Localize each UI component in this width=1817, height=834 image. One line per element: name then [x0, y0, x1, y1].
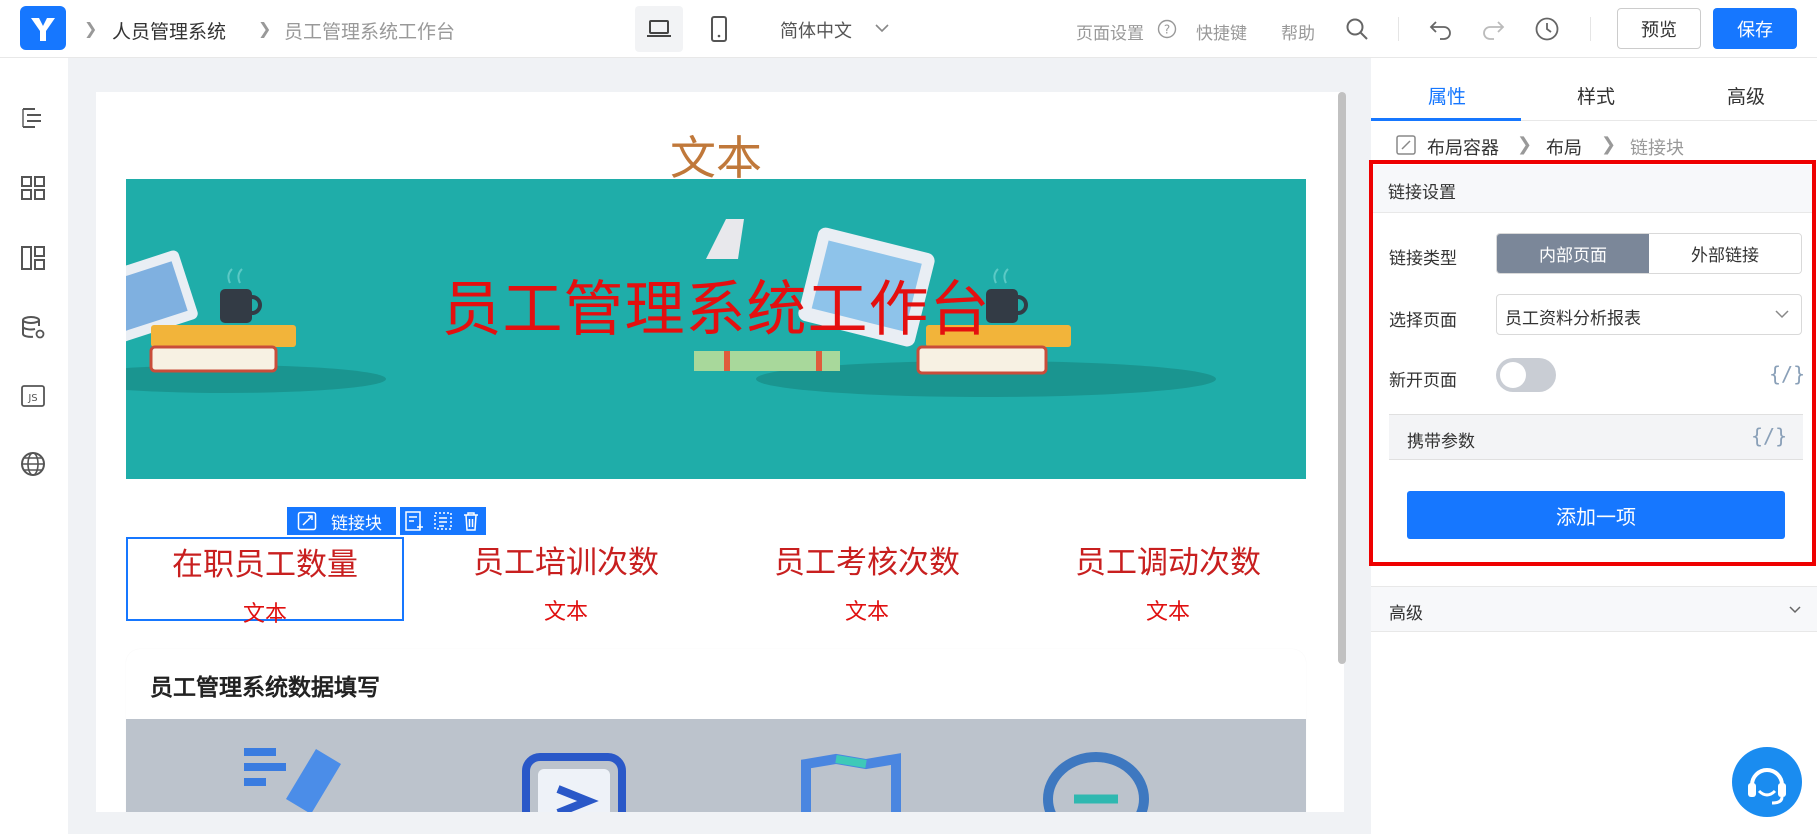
breadcrumb-page: 员工管理系统工作台 [284, 21, 456, 43]
stat-title: 在职员工数量 [172, 547, 358, 583]
top-bar: ❯ 人员管理系统 ❯ 员工管理系统工作台 简体中文 页面设置 ? 快捷键 帮助 … [0, 0, 1817, 58]
divider [1590, 17, 1591, 41]
left-toolbar: JS [0, 58, 68, 834]
desktop-view-button[interactable] [635, 6, 683, 52]
stat-link-block[interactable]: 员工培训次数 文本 [427, 537, 705, 625]
copy-icon[interactable] [432, 510, 454, 532]
panel-illustration [244, 748, 1149, 812]
active-tab-indicator [1371, 118, 1521, 121]
advanced-section-header[interactable]: 高级 [1371, 586, 1817, 632]
undo-icon[interactable] [1428, 18, 1454, 40]
outline-tree-icon[interactable] [19, 104, 47, 132]
section-title: 员工管理系统数据填写 [150, 675, 380, 701]
language-select[interactable]: 简体中文 [780, 17, 852, 43]
breadcrumb-link-block: 链接块 [1630, 138, 1684, 159]
customer-support-button[interactable] [1732, 747, 1802, 817]
stat-link-block[interactable]: 员工考核次数 文本 [728, 537, 1006, 625]
stat-title: 员工培训次数 [473, 545, 659, 581]
chevron-down-icon [1789, 606, 1801, 614]
stat-sub: 文本 [242, 602, 287, 627]
components-grid-icon[interactable] [19, 174, 47, 202]
canvas-scrollbar[interactable] [1338, 92, 1346, 664]
stat-sub: 文本 [844, 600, 889, 625]
design-canvas[interactable]: 文本 员工管理系统工作台 链接块 在职员工数量 文本 员工培训次数 文本 员工考… [96, 92, 1344, 812]
preview-button[interactable]: 预览 [1617, 8, 1701, 49]
delete-trash-icon[interactable] [460, 510, 482, 532]
headset-icon [1748, 768, 1786, 805]
globe-icon[interactable] [19, 450, 47, 478]
redo-icon[interactable] [1480, 18, 1506, 40]
tab-style[interactable]: 样式 [1577, 82, 1615, 109]
stat-sub: 文本 [543, 600, 588, 625]
layout-template-icon[interactable] [19, 244, 47, 272]
chevron-right-icon: ❯ [84, 19, 98, 38]
advanced-label: 高级 [1389, 604, 1423, 624]
svg-text:?: ? [1164, 23, 1170, 37]
breadcrumb-app[interactable]: 人员管理系统 [112, 17, 226, 44]
mobile-icon [711, 16, 727, 42]
chevron-right-icon: ❯ [1601, 134, 1617, 155]
database-settings-icon[interactable] [19, 314, 47, 342]
properties-panel: 属性 样式 高级 布局容器 ❯ 布局 ❯ 链接块 链接设置 链接类型 内部页面 … [1369, 58, 1817, 834]
tab-advanced[interactable]: 高级 [1727, 82, 1765, 109]
search-icon[interactable] [1345, 17, 1369, 41]
selection-toolbar: 链接块 [287, 507, 486, 535]
chevron-down-icon[interactable] [874, 22, 890, 34]
stat-title: 员工调动次数 [1075, 545, 1261, 581]
divider [1398, 17, 1399, 41]
icon-panel[interactable] [126, 719, 1306, 812]
help-circle-icon[interactable]: ? [1157, 19, 1177, 39]
laptop-icon [647, 20, 671, 37]
selected-component-tag[interactable]: 链接块 [287, 507, 396, 535]
page-settings-link[interactable]: 页面设置 [1076, 19, 1144, 44]
stat-title: 员工考核次数 [774, 545, 960, 581]
link-edit-icon [297, 511, 317, 531]
save-button[interactable]: 保存 [1713, 8, 1797, 49]
mobile-view-button[interactable] [695, 6, 743, 52]
banner-image[interactable]: 员工管理系统工作台 [126, 179, 1306, 479]
edit-component-icon [1396, 135, 1416, 155]
breadcrumb-layout[interactable]: 布局 [1546, 134, 1582, 160]
add-component-icon[interactable] [404, 510, 426, 532]
stat-sub: 文本 [1145, 600, 1190, 625]
svg-text:JS: JS [27, 393, 37, 404]
history-clock-icon[interactable] [1534, 16, 1560, 42]
stat-link-block[interactable]: 员工调动次数 文本 [1029, 537, 1307, 625]
selection-actions [400, 507, 486, 535]
help-link[interactable]: 帮助 [1281, 19, 1315, 44]
tab-properties[interactable]: 属性 [1428, 82, 1466, 109]
app-logo[interactable] [20, 6, 66, 50]
stat-link-block[interactable]: 在职员工数量 文本 [126, 537, 404, 627]
js-script-icon[interactable]: JS [19, 382, 47, 410]
banner-title: 员工管理系统工作台 [441, 275, 991, 345]
breadcrumb-layout-container[interactable]: 布局容器 [1427, 134, 1499, 160]
chevron-right-icon: ❯ [1517, 134, 1533, 155]
shortcuts-link[interactable]: 快捷键 [1196, 19, 1247, 44]
selected-component-name: 链接块 [331, 513, 382, 534]
highlight-annotation-box [1369, 160, 1816, 566]
chevron-right-icon: ❯ [258, 19, 272, 38]
